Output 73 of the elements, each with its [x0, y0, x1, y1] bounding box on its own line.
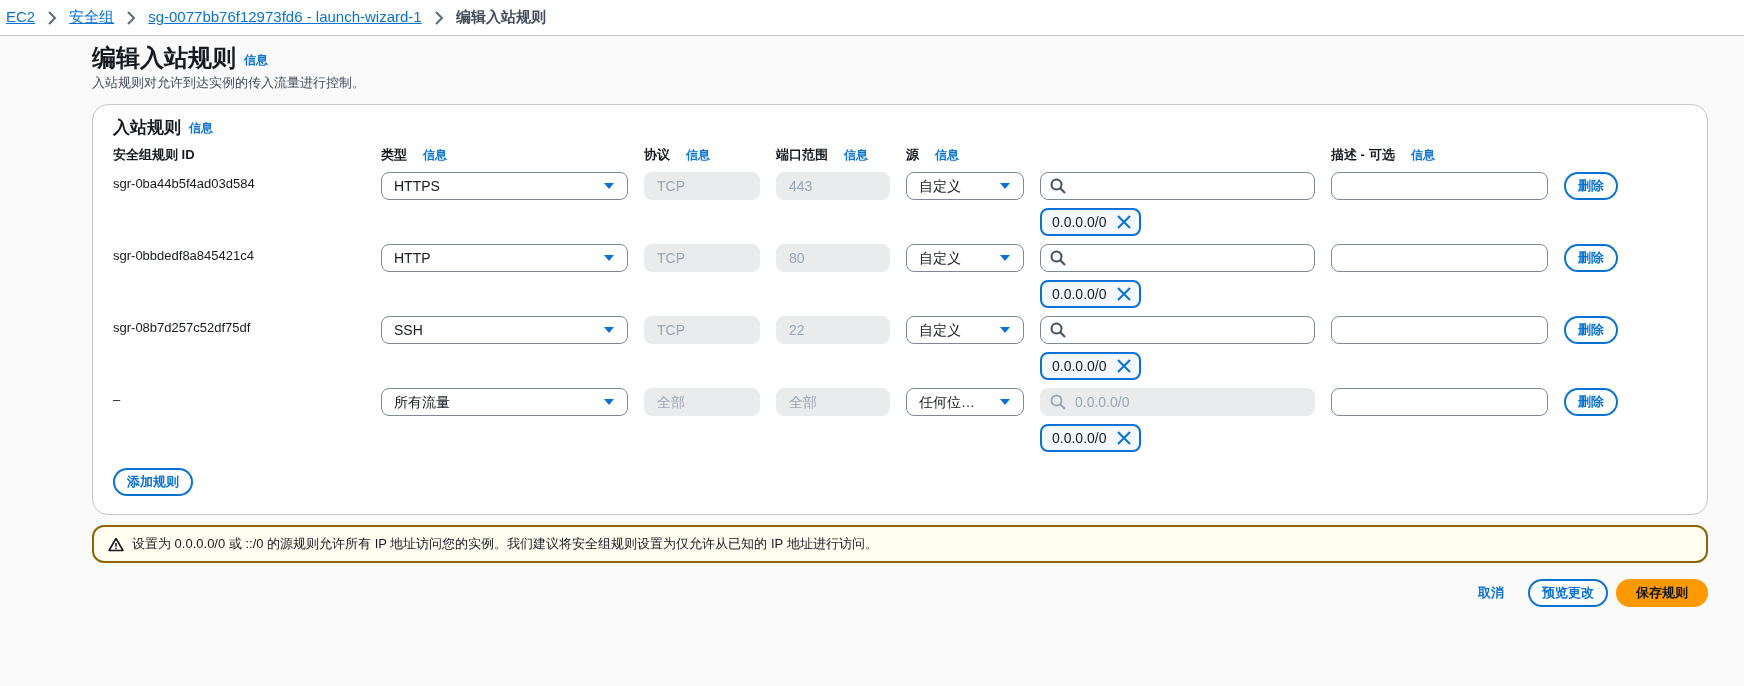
column-header: 安全组规则 ID	[113, 145, 195, 164]
protocol-field: TCP	[644, 316, 760, 345]
port-range-field: 全部	[776, 388, 890, 417]
ip-token: 0.0.0.0/0	[1040, 280, 1141, 309]
type-select[interactable]: 所有流量	[381, 388, 628, 417]
source-search-field[interactable]	[1040, 316, 1315, 345]
description-field[interactable]	[1331, 172, 1548, 201]
protocol-field: TCP	[644, 172, 760, 201]
port-range-field: 443	[776, 172, 890, 201]
port-range-field: 80	[776, 244, 890, 273]
info-link[interactable]: 信息	[423, 145, 447, 164]
column-header: 类型	[381, 145, 407, 164]
rule-id: sgr-0ba44b5f4ad03d584	[113, 175, 256, 194]
warning-icon	[108, 536, 124, 552]
page-title: 编辑入站规则	[92, 44, 236, 73]
type-select[interactable]: HTTP	[381, 244, 628, 273]
delete-button[interactable]: 删除	[1564, 172, 1618, 201]
chevron-right-icon	[126, 10, 137, 25]
search-icon	[1050, 178, 1066, 195]
ip-token: 0.0.0.0/0	[1040, 208, 1141, 237]
preview-changes-button[interactable]: 预览更改	[1528, 578, 1608, 607]
source-search-field: 0.0.0.0/0	[1040, 388, 1315, 417]
info-link[interactable]: 信息	[935, 145, 959, 164]
type-select[interactable]: HTTPS	[381, 172, 628, 201]
type-select[interactable]: SSH	[381, 316, 628, 345]
page-description: 入站规则对允许到达实例的传入流量进行控制。	[92, 73, 366, 92]
source-search-field[interactable]	[1040, 172, 1315, 201]
delete-button[interactable]: 删除	[1564, 244, 1618, 273]
protocol-field: 全部	[644, 388, 760, 417]
info-link[interactable]: 信息	[244, 50, 268, 69]
source-select[interactable]: 自定义	[906, 244, 1024, 273]
panel-title: 入站规则	[113, 117, 181, 140]
rule-id: sgr-0bbdedf8a845421c4	[113, 247, 255, 266]
search-icon	[1050, 250, 1066, 267]
chevron-right-icon	[47, 10, 58, 25]
info-link[interactable]: 信息	[686, 145, 710, 164]
delete-button[interactable]: 删除	[1564, 316, 1618, 345]
search-icon	[1050, 394, 1066, 411]
cancel-link[interactable]: 取消	[1478, 583, 1504, 603]
add-rule-button[interactable]: 添加规则	[113, 468, 193, 497]
ip-token: 0.0.0.0/0	[1040, 424, 1141, 453]
port-range-field: 22	[776, 316, 890, 345]
search-icon	[1050, 322, 1066, 339]
close-icon	[1116, 359, 1131, 374]
close-icon	[1116, 215, 1131, 230]
description-field[interactable]	[1331, 316, 1548, 345]
warning-text: 设置为 0.0.0.0/0 或 ::/0 的源规则允许所有 IP 地址访问您的实例。我们建议将安全组规则设置为仅允许从已知的 IP 地址进行访问。	[132, 535, 878, 554]
close-icon	[1116, 431, 1131, 446]
breadcrumb-link[interactable]: sg-0077bb76f12973fd6 - launch-wizard-1	[148, 6, 422, 29]
chevron-right-icon	[433, 10, 444, 25]
breadcrumb-link[interactable]: 安全组	[69, 6, 115, 29]
protocol-field: TCP	[644, 244, 760, 273]
description-field[interactable]	[1331, 388, 1548, 417]
save-rules-button[interactable]: 保存规则	[1616, 578, 1708, 607]
column-header: 描述 - 可选	[1331, 145, 1395, 164]
delete-button[interactable]: 删除	[1564, 388, 1618, 417]
source-search-field[interactable]	[1040, 244, 1315, 273]
rule-id: –	[113, 391, 122, 410]
ip-token: 0.0.0.0/0	[1040, 352, 1141, 381]
info-link[interactable]: 信息	[189, 118, 213, 137]
source-select[interactable]: 任何位…	[906, 388, 1024, 417]
description-field[interactable]	[1331, 244, 1548, 273]
breadcrumb-link[interactable]: EC2	[6, 6, 36, 29]
info-link[interactable]: 信息	[1410, 145, 1435, 164]
source-select[interactable]: 自定义	[906, 316, 1024, 345]
info-link[interactable]: 信息	[844, 145, 868, 164]
rule-id: sgr-08b7d257c52df75df	[113, 319, 252, 338]
column-header: 端口范围	[776, 145, 828, 164]
close-icon	[1116, 287, 1131, 302]
breadcrumb-current: 编辑入站规则	[455, 7, 546, 28]
source-select[interactable]: 自定义	[906, 172, 1024, 201]
column-header: 协议	[644, 145, 670, 164]
column-header: 源	[906, 145, 919, 164]
